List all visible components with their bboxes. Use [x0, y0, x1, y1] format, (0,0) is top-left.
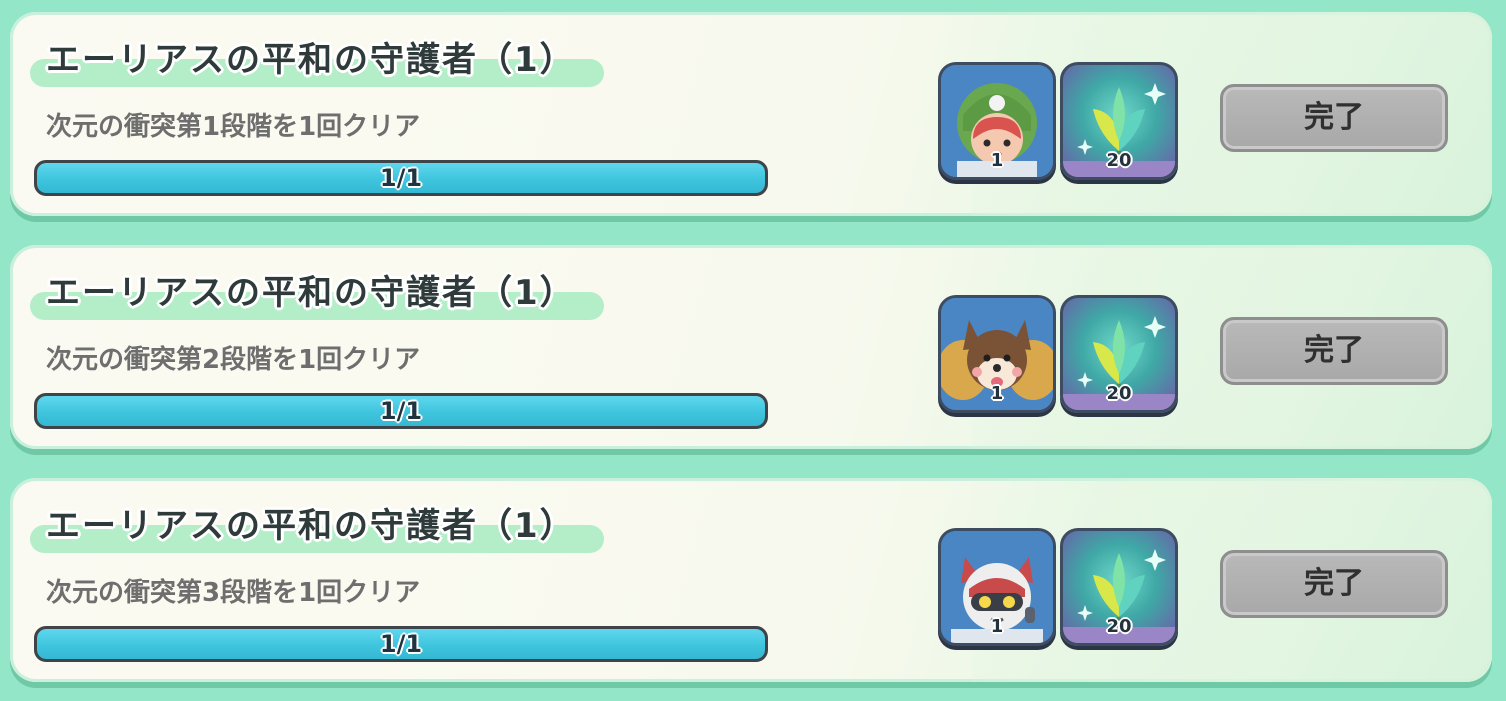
reward-count: 20 [1106, 616, 1132, 637]
quest-progress-bar: 1/1 [34, 393, 768, 429]
quest-description: 次元の衝突第1段階を1回クリア [46, 112, 421, 142]
quest-progress-bar: 1/1 [34, 160, 768, 196]
quest-description: 次元の衝突第3段階を1回クリア [46, 578, 421, 608]
reward-count: 1 [990, 616, 1004, 637]
complete-button[interactable]: 完了 [1220, 84, 1448, 152]
quest-progress-bar: 1/1 [34, 626, 768, 662]
quest-description: 次元の衝突第2段階を1回クリア [46, 345, 421, 375]
reward-slot-hero[interactable]: 1 [938, 528, 1056, 646]
progress-text: 1/1 [379, 164, 423, 192]
reward-count: 20 [1106, 383, 1132, 404]
quest-title: エーリアスの平和の守護者（1） [46, 273, 576, 313]
progress-text: 1/1 [379, 630, 423, 658]
quest-title: エーリアスの平和の守護者（1） [46, 40, 576, 80]
complete-button[interactable]: 完了 [1220, 317, 1448, 385]
quest-list: エーリアスの平和の守護者（1） 次元の衝突第1段階を1回クリア 1/1 1 20… [0, 0, 1506, 701]
reward-slot-item[interactable]: 20 [1060, 295, 1178, 413]
reward-slot-item[interactable]: 20 [1060, 62, 1178, 180]
reward-slot-hero[interactable]: 1 [938, 295, 1056, 413]
progress-text: 1/1 [379, 397, 423, 425]
reward-slot-hero[interactable]: 1 [938, 62, 1056, 180]
quest-card: エーリアスの平和の守護者（1） 次元の衝突第3段階を1回クリア 1/1 1 20… [10, 478, 1492, 682]
reward-count: 1 [990, 383, 1004, 404]
complete-button[interactable]: 完了 [1220, 550, 1448, 618]
quest-card: エーリアスの平和の守護者（1） 次元の衝突第2段階を1回クリア 1/1 1 20… [10, 245, 1492, 449]
reward-count: 20 [1106, 150, 1132, 171]
reward-slot-item[interactable]: 20 [1060, 528, 1178, 646]
quest-card: エーリアスの平和の守護者（1） 次元の衝突第1段階を1回クリア 1/1 1 20… [10, 12, 1492, 216]
reward-count: 1 [990, 150, 1004, 171]
quest-title: エーリアスの平和の守護者（1） [46, 506, 576, 546]
